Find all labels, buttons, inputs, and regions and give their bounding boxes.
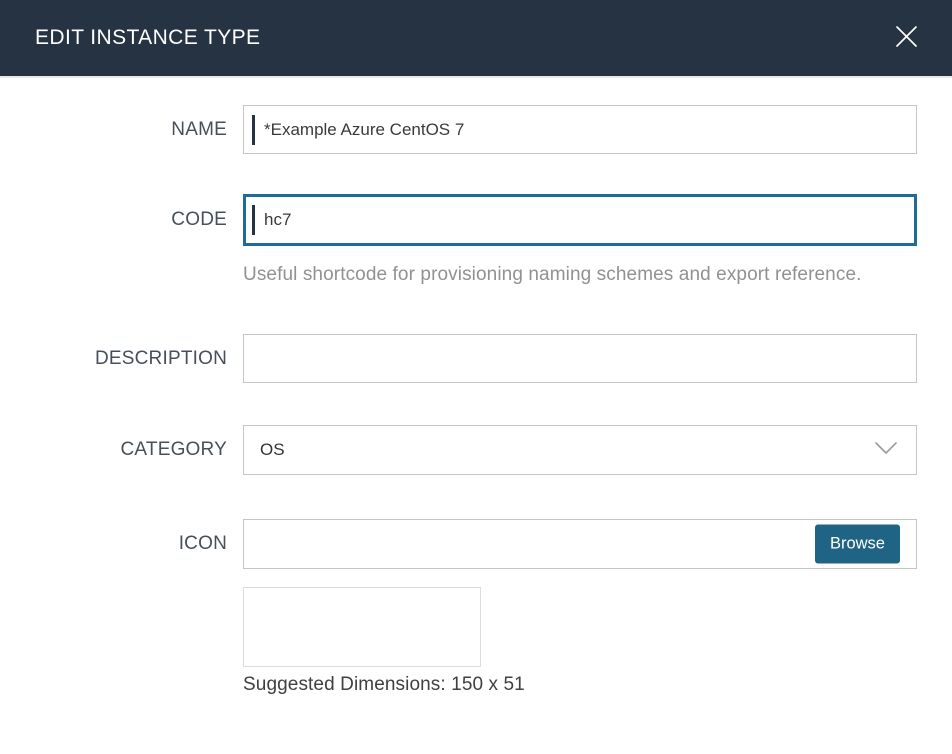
modal-title: EDIT INSTANCE TYPE bbox=[35, 26, 260, 50]
text-cursor bbox=[252, 115, 255, 145]
suggested-dimensions-text: Suggested Dimensions: 150 x 51 bbox=[243, 674, 917, 696]
code-row: CODE Useful shortcode for provisioning n… bbox=[0, 194, 952, 290]
description-input[interactable] bbox=[243, 334, 917, 383]
modal-header: EDIT INSTANCE TYPE bbox=[0, 0, 952, 78]
close-button[interactable] bbox=[893, 25, 919, 51]
chevron-down-icon bbox=[874, 440, 898, 460]
category-selected-value: OS bbox=[260, 440, 285, 460]
category-label: CATEGORY bbox=[0, 425, 243, 475]
code-input[interactable] bbox=[243, 194, 917, 246]
name-row: NAME bbox=[0, 105, 952, 154]
close-icon bbox=[895, 25, 918, 51]
code-label: CODE bbox=[0, 194, 243, 246]
code-help-text: Useful shortcode for provisioning naming… bbox=[243, 259, 883, 290]
icon-preview-box bbox=[243, 587, 481, 667]
browse-button[interactable]: Browse bbox=[815, 525, 900, 564]
icon-row: ICON Browse Suggested Dimensions: 150 x … bbox=[0, 519, 952, 696]
icon-label: ICON bbox=[0, 519, 243, 569]
text-cursor bbox=[252, 205, 255, 235]
category-row: CATEGORY OS bbox=[0, 425, 952, 475]
description-label: DESCRIPTION bbox=[0, 334, 243, 383]
category-select[interactable]: OS bbox=[243, 425, 917, 475]
name-input[interactable] bbox=[243, 105, 917, 154]
edit-instance-type-form: NAME CODE Useful shortcode for provision… bbox=[0, 78, 952, 696]
name-label: NAME bbox=[0, 105, 243, 154]
description-row: DESCRIPTION bbox=[0, 334, 952, 383]
